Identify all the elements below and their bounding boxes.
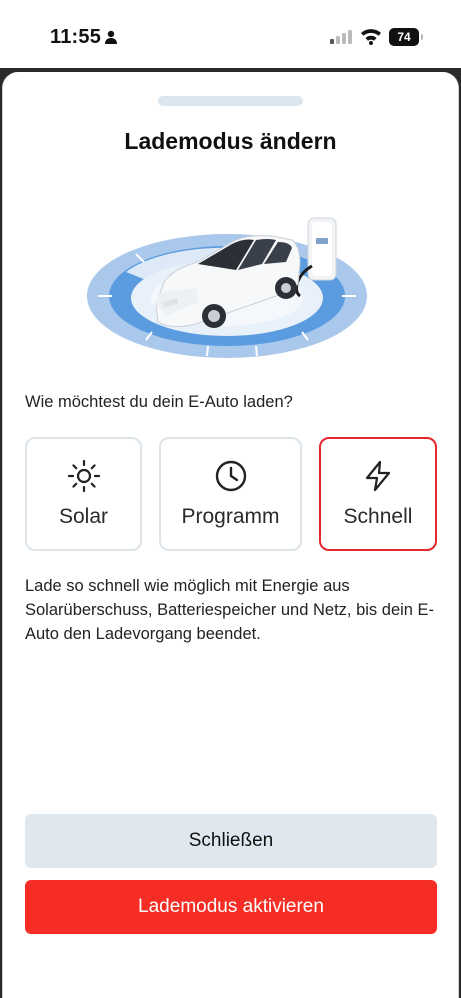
- status-time: 11:55: [50, 26, 102, 48]
- mode-label-programm: Programm: [181, 505, 280, 528]
- sheet-title: Lademodus ändern: [124, 128, 337, 154]
- mode-label-solar: Solar: [58, 505, 109, 528]
- ev-charging-illustration: [87, 217, 367, 358]
- mode-card-solar[interactable]: Solar: [25, 437, 142, 551]
- sheet-grabber[interactable]: [158, 96, 303, 106]
- mode-card-programm[interactable]: Programm: [159, 437, 302, 551]
- mode-label-schnell: Schnell: [343, 505, 413, 528]
- close-button[interactable]: Schließen: [25, 814, 437, 868]
- clock-icon: [215, 460, 246, 492]
- mode-card-schnell[interactable]: Schnell: [319, 437, 437, 551]
- mode-question: Wie möchtest du dein E-Auto laden?: [25, 393, 293, 411]
- status-bar: 11:55 74: [0, 0, 461, 70]
- mode-description: Lade so schnell wie möglich mit Energie …: [25, 577, 435, 643]
- person-icon: [105, 30, 117, 44]
- lightning-icon: [365, 460, 391, 492]
- cellular-signal-icon: [330, 30, 352, 44]
- battery-indicator: 74: [389, 28, 423, 46]
- wifi-icon: [361, 29, 381, 45]
- activate-mode-button[interactable]: Lademodus aktivieren: [25, 880, 437, 934]
- sun-icon: [67, 459, 100, 493]
